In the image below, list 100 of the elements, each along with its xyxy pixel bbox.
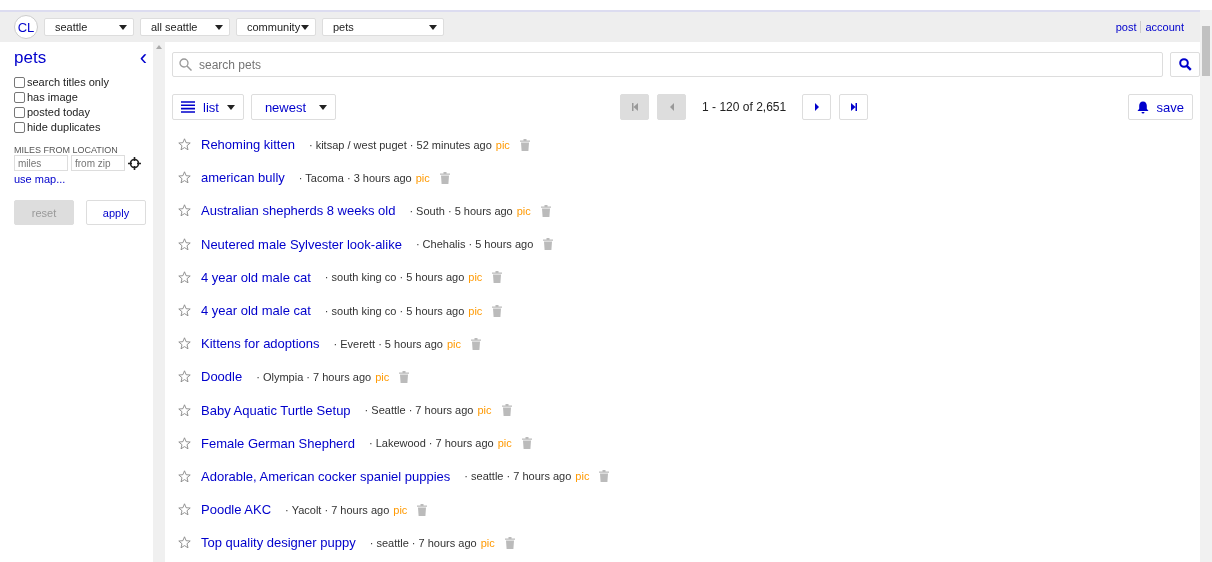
map-link[interactable]: use map... xyxy=(14,173,66,185)
favorite-star-icon[interactable] xyxy=(178,536,191,550)
listing-title[interactable]: Australian shepherds 8 weeks old xyxy=(201,203,396,219)
listing-title[interactable]: Top quality designer puppy xyxy=(201,535,356,551)
trash-icon[interactable] xyxy=(399,370,410,383)
checkbox-label: posted today xyxy=(27,106,90,118)
dropdown[interactable]: all seattle xyxy=(140,18,230,36)
dropdown[interactable]: seattle xyxy=(44,18,134,36)
favorite-star-icon[interactable] xyxy=(178,138,191,152)
crosshair-icon[interactable] xyxy=(128,156,141,170)
listing-meta: · south king co · 5 hours ago xyxy=(324,271,465,284)
caret-icon xyxy=(119,24,127,30)
trash-icon[interactable] xyxy=(439,171,450,184)
pic-label: pic xyxy=(575,470,590,483)
listing-meta: · south king co · 5 hours ago xyxy=(324,304,465,317)
listing-title[interactable]: Poodle AKC xyxy=(201,502,272,518)
checkbox[interactable] xyxy=(14,121,25,133)
caret-icon xyxy=(429,24,437,30)
checkbox-label: search titles only xyxy=(27,76,109,88)
bell-icon xyxy=(1136,100,1149,114)
checkbox-label: has image xyxy=(27,91,78,103)
trash-icon[interactable] xyxy=(521,437,532,450)
search-icon xyxy=(1178,58,1192,71)
listing-meta: · Seattle · 7 hours ago xyxy=(364,404,474,417)
listing-title[interactable]: Kittens for adoptions xyxy=(201,336,320,352)
last-page-button[interactable] xyxy=(839,94,869,120)
nav-link[interactable]: account xyxy=(1140,21,1188,33)
result-range: 1 - 120 of 2,651 xyxy=(701,100,788,114)
pic-label: pic xyxy=(495,138,510,151)
collapse-button[interactable]: ‹ xyxy=(139,50,147,66)
pic-label: pic xyxy=(480,536,495,549)
caret-icon xyxy=(301,24,309,30)
miles-field[interactable]: miles xyxy=(14,155,68,171)
category-title: pets xyxy=(14,48,47,68)
listing-title[interactable]: Baby Aquatic Turtle Setup xyxy=(201,402,351,418)
listing-meta: · seattle · 7 hours ago xyxy=(369,536,477,549)
favorite-star-icon[interactable] xyxy=(178,237,191,251)
view-dropdown[interactable]: list xyxy=(172,94,244,120)
favorite-star-icon[interactable] xyxy=(178,469,191,483)
favorite-star-icon[interactable] xyxy=(178,171,191,185)
trash-icon[interactable] xyxy=(543,238,554,251)
favorite-star-icon[interactable] xyxy=(178,370,191,384)
listing-meta: · kitsap / west puget · 52 minutes ago xyxy=(308,138,492,151)
favorite-star-icon[interactable] xyxy=(178,403,191,417)
checkbox-label: hide duplicates xyxy=(27,121,101,133)
dropdown[interactable]: community xyxy=(236,18,316,36)
trash-icon[interactable] xyxy=(471,337,482,350)
listing-meta: · seattle · 7 hours ago xyxy=(464,470,572,483)
listing-title[interactable]: Adorable, American cocker spaniel puppies xyxy=(201,468,451,484)
nav-link[interactable]: post xyxy=(1111,21,1141,33)
checkbox[interactable] xyxy=(14,91,25,103)
pic-label: pic xyxy=(468,271,483,284)
listing-meta: · South · 5 hours ago xyxy=(409,204,513,217)
listing-title[interactable]: 4 year old male cat xyxy=(201,303,311,319)
search-field[interactable]: search pets xyxy=(172,52,1163,77)
search-button[interactable] xyxy=(1170,52,1200,77)
checkbox[interactable] xyxy=(14,76,25,88)
trash-icon[interactable] xyxy=(599,470,610,483)
sidebar-button[interactable]: apply xyxy=(86,200,146,225)
listing-title[interactable]: american bully xyxy=(201,170,285,186)
favorite-star-icon[interactable] xyxy=(178,337,191,351)
trash-icon[interactable] xyxy=(492,271,503,284)
scroll-up-icon[interactable] xyxy=(156,45,162,49)
section-label: MILES FROM LOCATION xyxy=(14,145,119,155)
caret-icon xyxy=(215,24,223,30)
trash-icon[interactable] xyxy=(501,404,512,417)
pic-label: pic xyxy=(516,204,531,217)
pic-label: pic xyxy=(497,437,512,450)
scrollbar-thumb[interactable] xyxy=(1202,26,1210,76)
checkbox[interactable] xyxy=(14,106,25,118)
sort-dropdown[interactable]: newest xyxy=(250,94,337,120)
listing-meta: · Chehalis · 5 hours ago xyxy=(415,238,534,251)
listing-meta: · Yacolt · 7 hours ago xyxy=(285,503,390,516)
next-page-button[interactable] xyxy=(802,94,832,120)
last-arrow-icon xyxy=(848,102,859,112)
favorite-star-icon[interactable] xyxy=(178,436,191,450)
listing-title[interactable]: Doodle xyxy=(201,369,243,385)
listing-meta: · Tacoma · 3 hours ago xyxy=(298,171,412,184)
listing-title[interactable]: Neutered male Sylvester look-alike xyxy=(201,236,402,252)
favorite-star-icon[interactable] xyxy=(178,270,191,284)
trash-icon[interactable] xyxy=(519,138,530,151)
favorite-star-icon[interactable] xyxy=(178,204,191,218)
favorite-star-icon[interactable] xyxy=(178,503,191,517)
caret-icon xyxy=(226,104,235,110)
listing-meta: · Everett · 5 hours ago xyxy=(333,337,443,350)
trash-icon[interactable] xyxy=(504,536,515,549)
caret-icon xyxy=(319,104,328,110)
trash-icon[interactable] xyxy=(417,503,428,516)
logo[interactable]: CL xyxy=(14,15,38,39)
trash-icon[interactable] xyxy=(492,304,503,317)
listing-title[interactable]: 4 year old male cat xyxy=(201,269,311,285)
zip-field[interactable]: from zip xyxy=(71,155,125,171)
pic-label: pic xyxy=(447,337,462,350)
listing-title[interactable]: Rehoming kitten xyxy=(201,137,295,153)
save-search-button[interactable]: save xyxy=(1127,94,1193,120)
favorite-star-icon[interactable] xyxy=(178,304,191,318)
trash-icon[interactable] xyxy=(540,204,551,217)
dropdown[interactable]: pets xyxy=(322,18,444,36)
pic-label: pic xyxy=(415,171,430,184)
listing-title[interactable]: Female German Shepherd xyxy=(201,435,355,451)
